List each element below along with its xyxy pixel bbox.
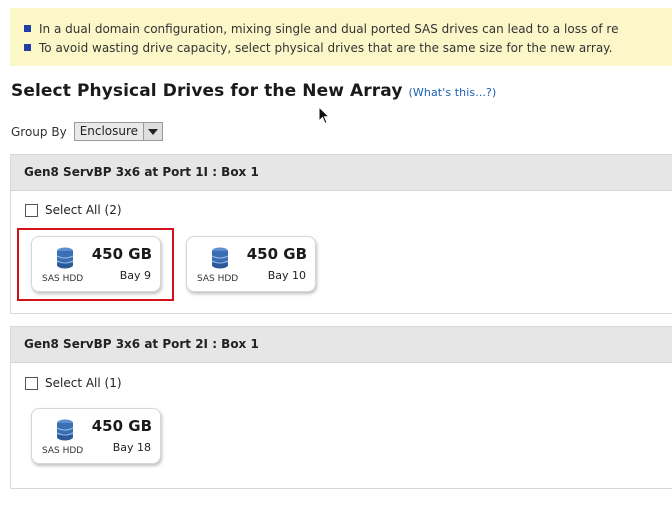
- enclosure-section: Gen8 ServBP 3x6 at Port 2I : Box 1 Selec…: [10, 326, 672, 489]
- triangle-down-icon: [148, 128, 159, 135]
- info-notice: In a dual domain configuration, mixing s…: [10, 8, 672, 66]
- group-by-select[interactable]: Enclosure: [73, 122, 164, 141]
- drive-type: SAS HDD: [197, 274, 239, 284]
- notice-text: To avoid wasting drive capacity, select …: [39, 41, 613, 55]
- dropdown-button[interactable]: [143, 123, 163, 140]
- drive-capacity: 450 GB: [91, 417, 152, 435]
- section-header: Gen8 ServBP 3x6 at Port 2I : Box 1: [11, 327, 672, 363]
- select-all-checkbox[interactable]: Select All (2): [25, 203, 122, 217]
- checkbox[interactable]: [25, 376, 38, 390]
- drive-capacity: 450 GB: [246, 245, 307, 263]
- drive-capacity: 450 GB: [91, 245, 152, 263]
- drive-bay: Bay 10: [267, 269, 306, 282]
- enclosure-section: Gen8 ServBP 3x6 at Port 1I : Box 1 Selec…: [10, 154, 672, 314]
- drive-bay: Bay 18: [112, 441, 151, 454]
- drive-type: SAS HDD: [42, 446, 84, 456]
- page-title-text: Select Physical Drives for the New Array: [11, 81, 403, 101]
- bullet-icon: [24, 25, 31, 32]
- group-by-label: Group By: [11, 124, 67, 139]
- section-header: Gen8 ServBP 3x6 at Port 1I : Box 1: [11, 155, 672, 191]
- whats-this-link[interactable]: (What's this...?): [409, 86, 497, 99]
- checkbox[interactable]: [25, 203, 38, 217]
- drive-card[interactable]: SAS HDD 450 GB Bay 18: [31, 408, 161, 464]
- hard-drive-icon: [56, 419, 74, 441]
- select-all-label: Select All (1): [45, 376, 122, 390]
- bullet-icon: [24, 44, 31, 51]
- drive-type: SAS HDD: [42, 274, 84, 284]
- select-all-checkbox[interactable]: Select All (1): [25, 376, 122, 390]
- drive-card[interactable]: SAS HDD 450 GB Bay 10: [186, 236, 316, 292]
- notice-text: In a dual domain configuration, mixing s…: [39, 22, 619, 36]
- notice-line: To avoid wasting drive capacity, select …: [24, 39, 672, 58]
- select-all-label: Select All (2): [45, 203, 122, 217]
- mouse-cursor-icon: [318, 106, 331, 125]
- group-by-control: Group By Enclosure: [11, 122, 164, 141]
- drive-card[interactable]: SAS HDD 450 GB Bay 9: [31, 236, 161, 292]
- group-by-value: Enclosure: [79, 124, 139, 138]
- hard-drive-icon: [56, 247, 74, 269]
- page-title: Select Physical Drives for the New Array…: [11, 81, 496, 101]
- notice-line: In a dual domain configuration, mixing s…: [24, 20, 672, 39]
- hard-drive-icon: [211, 247, 229, 269]
- drive-bay: Bay 9: [119, 269, 151, 282]
